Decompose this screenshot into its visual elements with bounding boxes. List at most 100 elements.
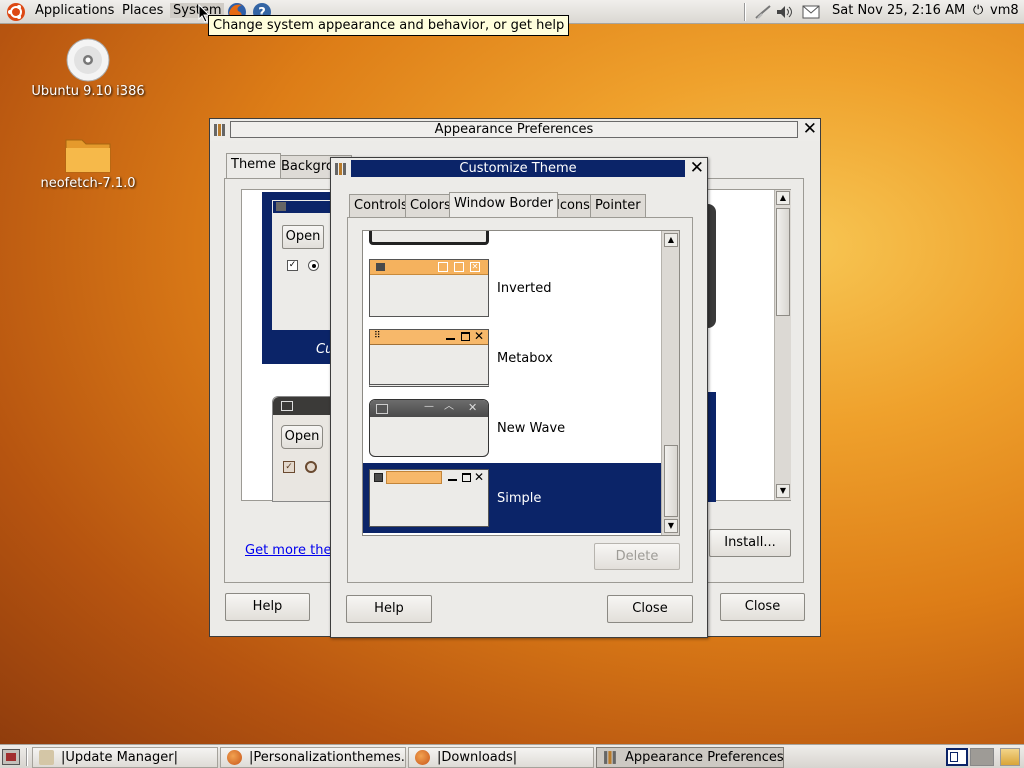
thumbnail-window-icon <box>376 263 385 271</box>
preview-radio <box>305 461 317 473</box>
preview-window-icon <box>276 202 286 211</box>
volume-icon[interactable] <box>776 4 794 20</box>
scroll-down-arrow-icon[interactable]: ▼ <box>664 519 678 533</box>
task-label: Appearance Preferences <box>625 750 784 765</box>
tab-window-border[interactable]: Window Border <box>449 192 558 217</box>
menu-applications[interactable]: Applications <box>35 3 114 18</box>
close-icon: ✕ <box>474 470 485 484</box>
delete-button[interactable]: Delete <box>594 543 680 570</box>
thumbnail-window-icon <box>374 473 383 482</box>
close-icon: ✕ <box>474 329 485 343</box>
tab-theme[interactable]: Theme <box>226 153 281 178</box>
preview-open-button: Open <box>281 425 323 449</box>
maximize-icon: ︿ <box>444 401 454 412</box>
window-border-list[interactable]: ✕ Inverted ⠿ ✕ Metabox — ︿ ✕ New Wave ✕ … <box>362 230 680 536</box>
bottom-panel: |Update Manager| |Personalizationthemes.… <box>0 744 1024 768</box>
preview-window-icon <box>281 401 293 411</box>
panel-separator <box>744 3 746 21</box>
desktop-icon-label: Ubuntu 9.10 i386 <box>31 84 145 99</box>
window-title: Customize Theme <box>351 160 685 177</box>
power-icon[interactable]: ⏻ <box>973 3 983 18</box>
task-personalization-themes[interactable]: |Personalizationthemes... <box>220 747 406 768</box>
window-menu-icon[interactable] <box>214 123 226 137</box>
customize-notebook: Controls Colors Window Border Icons Poin… <box>347 192 693 584</box>
theme-thumbnail <box>369 231 489 245</box>
theme-gallery-scrollbar[interactable]: ▲ ▼ <box>774 190 791 500</box>
theme-name: Metabox <box>497 351 553 366</box>
folder-icon <box>65 139 111 173</box>
maximize-icon <box>462 473 471 482</box>
theme-name: Simple <box>497 491 542 506</box>
task-update-manager[interactable]: |Update Manager| <box>32 747 218 768</box>
theme-name: Inverted <box>497 281 552 296</box>
firefox-icon <box>415 750 430 765</box>
task-label: |Downloads| <box>437 750 518 765</box>
window-border-panel: ✕ Inverted ⠿ ✕ Metabox — ︿ ✕ New Wave ✕ … <box>347 217 693 583</box>
minimize-icon <box>438 262 448 272</box>
update-manager-icon <box>39 750 54 765</box>
scroll-down-arrow-icon[interactable]: ▼ <box>776 484 790 498</box>
preview-radio <box>308 260 319 271</box>
scrollbar-thumb[interactable] <box>776 208 790 316</box>
scroll-up-arrow-icon[interactable]: ▲ <box>664 233 678 247</box>
workspace-2[interactable] <box>970 748 994 766</box>
network-icon[interactable] <box>754 4 772 20</box>
grip-icon: ⠿ <box>374 331 381 341</box>
list-item-new-wave[interactable]: — ︿ ✕ New Wave <box>363 393 661 463</box>
theme-thumbnail: ✕ <box>369 259 489 317</box>
close-icon: ✕ <box>470 262 480 272</box>
thumbnail-window-icon <box>376 404 388 414</box>
clock[interactable]: Sat Nov 25, 2:16 AM <box>832 3 965 18</box>
theme-name: New Wave <box>497 421 566 436</box>
preview-checkbox: ✓ <box>283 461 295 473</box>
mail-icon[interactable] <box>802 5 820 19</box>
menu-places[interactable]: Places <box>122 3 163 18</box>
workspace-1[interactable] <box>946 748 968 766</box>
list-item[interactable] <box>363 231 661 249</box>
desktop-icon-label: neofetch-7.1.0 <box>40 176 136 191</box>
theme-thumbnail: ✕ <box>369 469 489 527</box>
tab-controls[interactable]: Controls <box>349 194 413 217</box>
customize-titlebar[interactable]: Customize Theme ✕ <box>331 158 707 180</box>
show-desktop-icon[interactable] <box>2 749 20 765</box>
minimize-icon <box>446 338 455 340</box>
close-icon: ✕ <box>468 401 478 414</box>
thumbnail-titlebar <box>370 330 488 345</box>
panel-separator <box>26 748 28 766</box>
list-item-metabox[interactable]: ⠿ ✕ Metabox <box>363 323 661 393</box>
scroll-up-arrow-icon[interactable]: ▲ <box>776 191 790 205</box>
task-label: |Update Manager| <box>61 750 178 765</box>
list-item-simple[interactable]: ✕ Simple <box>363 463 661 533</box>
task-label: |Personalizationthemes... <box>249 750 406 765</box>
tab-pointer[interactable]: Pointer <box>590 194 646 217</box>
task-downloads[interactable]: |Downloads| <box>408 747 594 768</box>
list-item-inverted[interactable]: ✕ Inverted <box>363 253 661 323</box>
appearance-icon <box>604 751 616 764</box>
customize-close-button[interactable]: Close <box>607 595 693 623</box>
preview-checkbox: ✓ <box>287 260 298 271</box>
task-appearance-preferences[interactable]: Appearance Preferences <box>596 747 784 768</box>
firefox-icon <box>227 750 242 765</box>
window-title: Appearance Preferences <box>230 121 798 138</box>
cd-disc-icon <box>66 38 110 82</box>
close-icon[interactable]: ✕ <box>690 159 704 177</box>
window-border-list-scrollbar[interactable]: ▲ ▼ <box>661 231 679 535</box>
theme-thumbnail: — ︿ ✕ <box>369 399 489 457</box>
customize-help-button[interactable]: Help <box>346 595 432 623</box>
close-icon[interactable]: ✕ <box>803 120 817 138</box>
ubuntu-logo-icon[interactable] <box>6 2 26 22</box>
minimize-icon <box>448 479 457 481</box>
customize-theme-window: Customize Theme ✕ Controls Colors Window… <box>330 157 708 638</box>
window-menu-icon[interactable] <box>335 162 347 176</box>
minimize-icon: — <box>424 401 434 412</box>
appearance-help-button[interactable]: Help <box>225 593 310 621</box>
appearance-close-button[interactable]: Close <box>720 593 805 621</box>
trash-icon[interactable] <box>1000 748 1020 766</box>
install-button[interactable]: Install... <box>709 529 791 557</box>
scrollbar-thumb[interactable] <box>664 445 678 517</box>
thumbnail-title-bar-fill <box>386 471 442 484</box>
appearance-titlebar[interactable]: Appearance Preferences ✕ <box>210 119 820 141</box>
preview-open-button: Open <box>282 225 324 249</box>
user-name[interactable]: vm8 <box>990 3 1019 18</box>
theme-thumbnail: ⠿ ✕ <box>369 329 489 387</box>
